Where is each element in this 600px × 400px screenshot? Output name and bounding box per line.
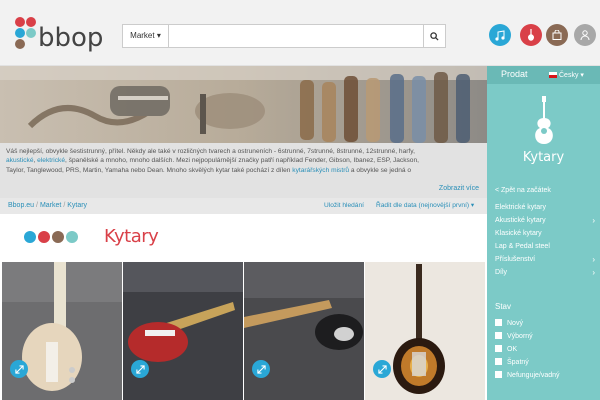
- zoom-icon: [135, 364, 145, 374]
- checkbox[interactable]: [495, 332, 502, 339]
- description-text: Taylor, Tanglewood, PRS, Martin, Yamaha …: [6, 166, 291, 174]
- language-selector[interactable]: Česky ▾: [549, 71, 584, 79]
- sidebar-item-akusticke-kytary[interactable]: Akustické kytary ›: [495, 216, 595, 225]
- description-text: a obvykle se jedná o: [350, 166, 412, 174]
- zoom-button[interactable]: [252, 360, 270, 378]
- sidebar-item-dily[interactable]: Díly ›: [495, 268, 595, 277]
- search-input[interactable]: [169, 25, 423, 47]
- bag-icon: [552, 30, 562, 40]
- search-bar: Market ▾: [122, 24, 446, 48]
- condition-checkbox-ok[interactable]: OK: [495, 345, 517, 353]
- condition-checkbox-novy[interactable]: Nový: [495, 319, 523, 327]
- product-card[interactable]: [244, 262, 364, 400]
- product-image: [365, 262, 485, 400]
- product-card[interactable]: [2, 262, 122, 400]
- sell-link[interactable]: Prodat: [501, 69, 528, 79]
- zoom-button[interactable]: [131, 360, 149, 378]
- link-elektricke[interactable]: elektrické: [37, 157, 65, 164]
- guitar-icon: [528, 29, 534, 41]
- checkbox[interactable]: [495, 358, 502, 365]
- back-to-top-link[interactable]: < Zpět na začátek: [495, 187, 551, 194]
- condition-checkbox-vyborny[interactable]: Výborný: [495, 332, 533, 340]
- condition-checkbox-spatny[interactable]: Špatný: [495, 358, 529, 366]
- guitar-category-icon: [535, 96, 553, 144]
- search-category-dropdown[interactable]: Market ▾: [123, 25, 169, 47]
- link-akusticke[interactable]: akustické: [6, 157, 34, 164]
- product-image: [2, 262, 122, 400]
- logo-text: bbop: [38, 23, 103, 53]
- product-image: [244, 262, 364, 400]
- description-text: Váš nejlepší, obvykle šestistrunný, přít…: [6, 148, 415, 155]
- header: bbop Market ▾: [0, 0, 600, 66]
- chevron-right-icon: ›: [592, 268, 595, 277]
- category-banner-image: [0, 66, 487, 143]
- zoom-button[interactable]: [373, 360, 391, 378]
- category-header: Kytary: [0, 214, 487, 262]
- sidebar-category-title: Kytary: [522, 150, 565, 165]
- description-text: , španělské a mnoho, mnoho dalších. Mezi…: [65, 157, 419, 165]
- zoom-icon: [377, 364, 387, 374]
- search-button[interactable]: [423, 25, 445, 47]
- user-button[interactable]: [574, 24, 596, 46]
- chevron-right-icon: ›: [592, 216, 595, 225]
- zoom-icon: [256, 364, 266, 374]
- product-card[interactable]: [365, 262, 485, 400]
- sidebar-item-klasicke-kytary[interactable]: Klasické kytary: [495, 230, 595, 237]
- category-description: Váš nejlepší, obvykle šestistrunný, přít…: [0, 143, 487, 198]
- product-grid: [0, 262, 487, 400]
- sidebar-item-elektricke-kytary[interactable]: Elektrické kytary: [495, 204, 595, 211]
- guitar-button[interactable]: [520, 24, 542, 46]
- breadcrumb: Bbop.eu / Market / Kytary Uložit hledání…: [0, 198, 487, 214]
- zoom-button[interactable]: [10, 360, 28, 378]
- product-card[interactable]: [123, 262, 243, 400]
- breadcrumb-kytary[interactable]: Kytary: [67, 202, 87, 209]
- breadcrumb-home[interactable]: Bbop.eu: [8, 202, 34, 209]
- zoom-icon: [14, 364, 24, 374]
- search-icon: [430, 31, 439, 41]
- save-search-link[interactable]: Uložit hledání: [324, 198, 364, 214]
- sidebar-item-prislusenstvi[interactable]: Příslušenství ›: [495, 255, 595, 264]
- checkbox[interactable]: [495, 319, 502, 326]
- sidebar-item-lap-pedal-steel[interactable]: Lap & Pedal steel: [495, 243, 595, 250]
- breadcrumb-market[interactable]: Market: [40, 202, 61, 209]
- brand-dots: [24, 231, 78, 243]
- product-image: [123, 262, 243, 400]
- bbop-logo[interactable]: bbop: [14, 14, 104, 54]
- checkbox[interactable]: [495, 345, 502, 352]
- music-button[interactable]: [489, 24, 511, 46]
- checkbox[interactable]: [495, 371, 502, 378]
- music-note-icon: [495, 29, 505, 41]
- page-title: Kytary: [104, 226, 159, 247]
- link-kytararskych-mistru[interactable]: kytarářských mistrů: [292, 167, 349, 174]
- show-more-link[interactable]: Zobrazit více: [439, 184, 479, 193]
- shop-button[interactable]: [546, 24, 568, 46]
- czech-flag-icon: [549, 72, 557, 78]
- sort-dropdown[interactable]: Řadit dle data (nejnovější první) ▾: [376, 198, 474, 214]
- condition-filter-title: Stav: [495, 302, 512, 311]
- user-icon: [580, 30, 590, 40]
- condition-checkbox-nefunguje[interactable]: Nefunguje/vadný: [495, 371, 560, 379]
- sidebar: Prodat Česky ▾ Kytary < Zpět na začátek …: [487, 66, 600, 400]
- chevron-right-icon: ›: [592, 255, 595, 264]
